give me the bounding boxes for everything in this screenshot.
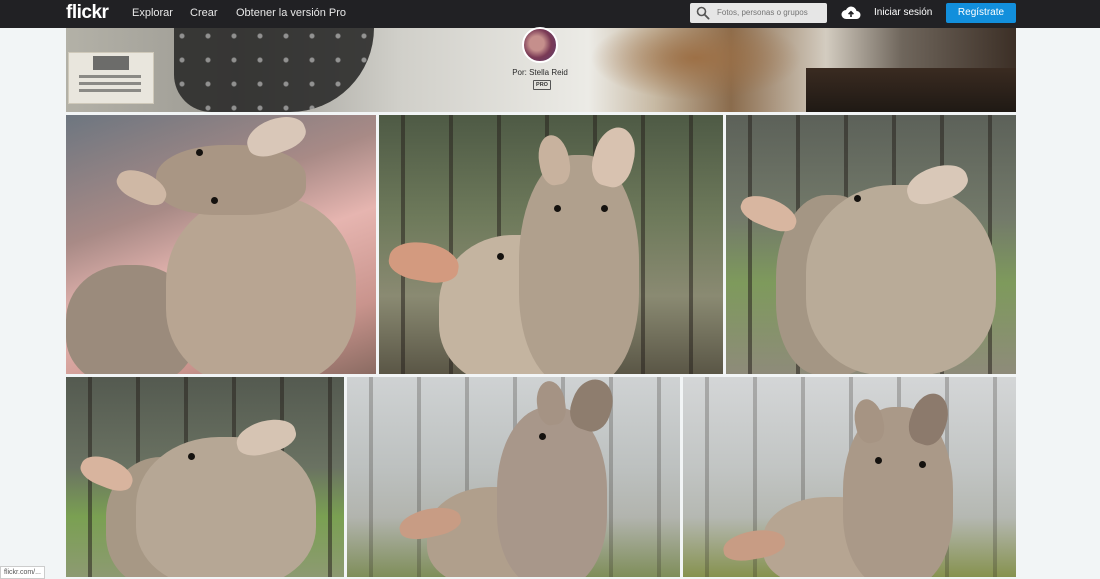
photo-tile[interactable] [347, 377, 680, 577]
login-link[interactable]: Iniciar sesión [874, 7, 932, 18]
upload-cloud-icon[interactable] [841, 5, 861, 21]
signup-button[interactable]: Regístrate [946, 3, 1016, 23]
photo-tile[interactable] [66, 377, 344, 577]
author-byline[interactable]: Por: Stella Reid [478, 68, 602, 77]
photo-tile[interactable] [379, 115, 723, 374]
pro-badge: PRO [533, 80, 551, 90]
avatar[interactable] [522, 27, 558, 63]
top-navbar: flickr Explorar Crear Obtener la versión… [0, 0, 1100, 28]
photo-tile[interactable] [683, 377, 1016, 577]
garment-tag-graphic [68, 52, 154, 104]
flickr-logo[interactable]: flickr [66, 2, 109, 24]
nav-explore[interactable]: Explorar [132, 7, 173, 19]
cloth-pattern-graphic [174, 28, 374, 112]
nav-get-pro[interactable]: Obtener la versión Pro [236, 7, 346, 19]
status-url: flickr.com/... [0, 566, 45, 579]
search-input[interactable] [717, 5, 823, 20]
nav-create[interactable]: Crear [190, 7, 218, 19]
shelf-graphic [806, 68, 1016, 112]
search-box[interactable] [690, 3, 827, 23]
search-icon[interactable] [696, 6, 710, 20]
photo-tile[interactable] [66, 115, 376, 374]
photo-tile[interactable] [726, 115, 1016, 374]
